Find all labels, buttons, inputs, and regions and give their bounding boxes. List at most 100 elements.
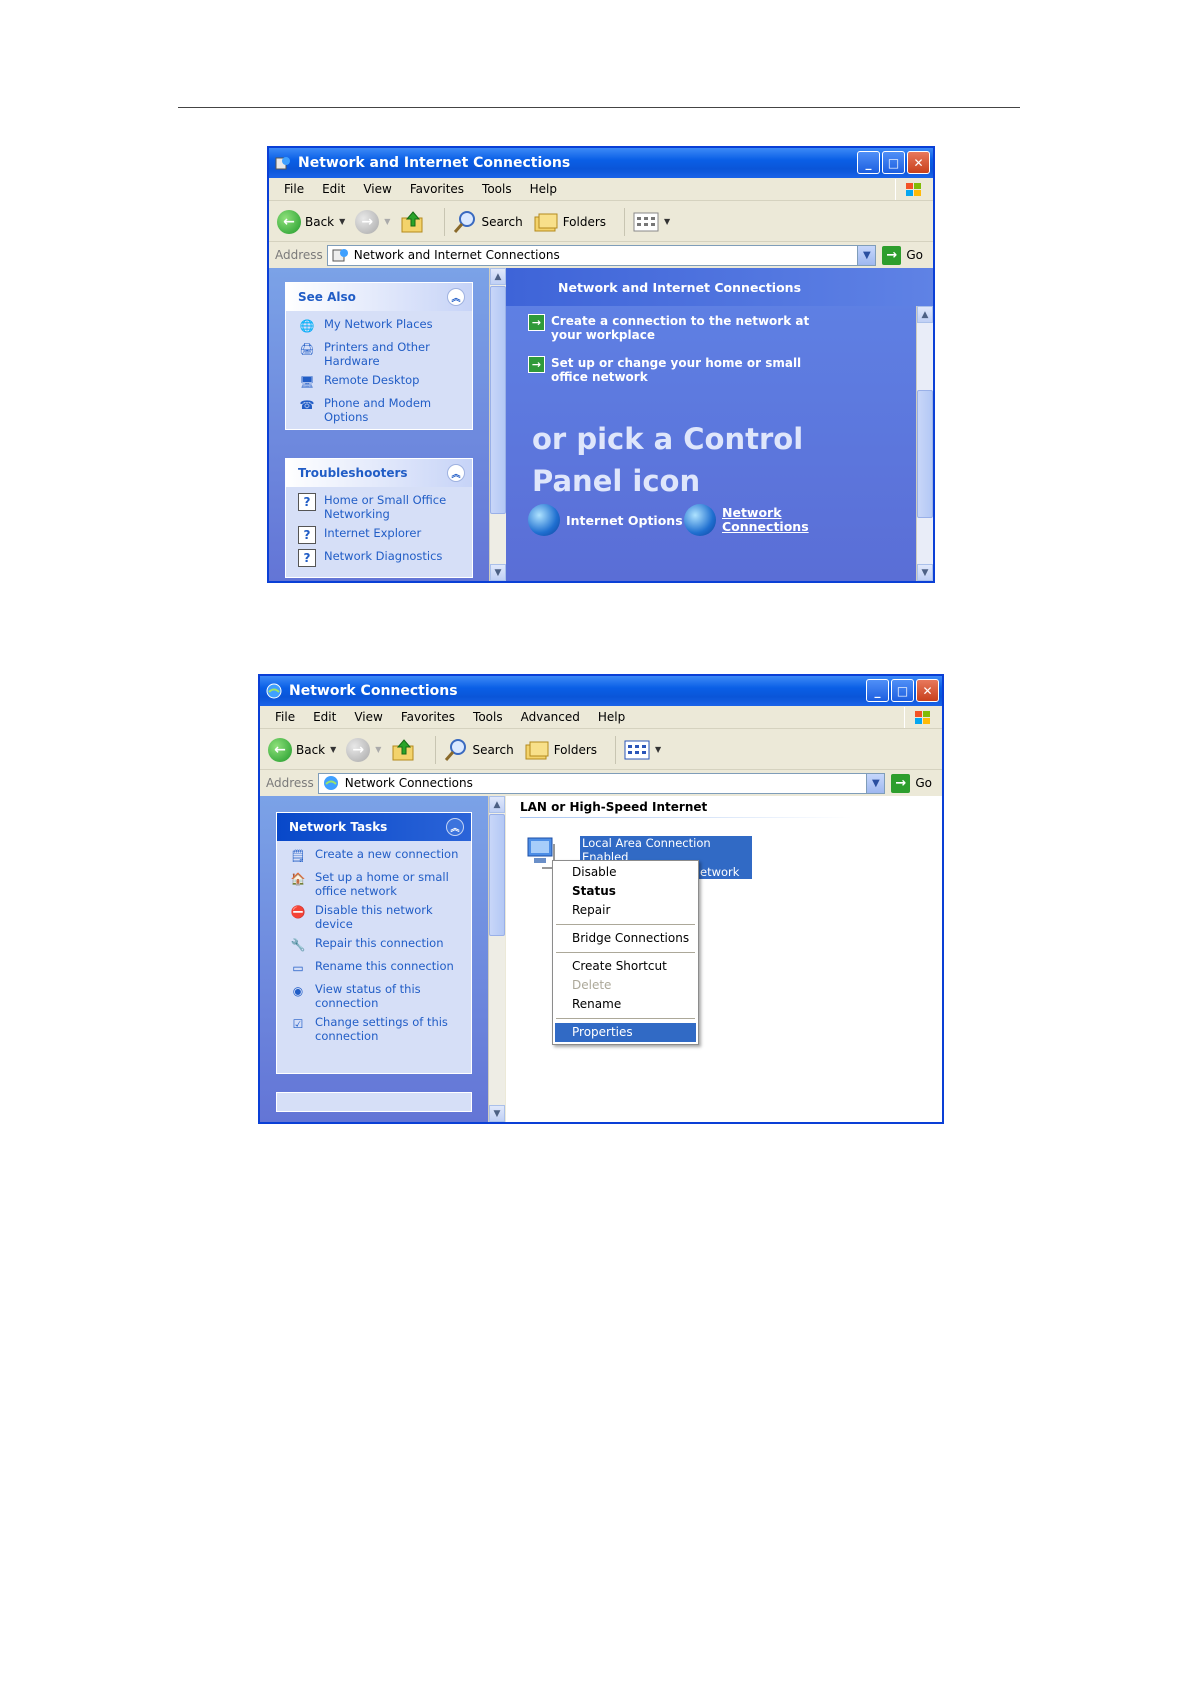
menu-advanced[interactable]: Advanced bbox=[512, 710, 589, 724]
scroll-thumb[interactable] bbox=[917, 390, 933, 518]
maximize-button[interactable]: □ bbox=[882, 151, 905, 174]
go-button[interactable]: → Go bbox=[882, 245, 923, 265]
link-network-diagnostics[interactable]: ? Network Diagnostics bbox=[298, 549, 464, 567]
link-printers-hardware[interactable]: 🖨 Printers and Other Hardware bbox=[298, 340, 464, 368]
minimize-button[interactable]: _ bbox=[857, 151, 880, 174]
context-menu: Disable Status Repair Bridge Connections… bbox=[552, 860, 699, 1045]
close-button[interactable]: ✕ bbox=[907, 151, 930, 174]
link-my-network-places[interactable]: 🌐 My Network Places bbox=[298, 317, 464, 335]
folders-button[interactable]: Folders bbox=[533, 211, 606, 233]
link-phone-modem[interactable]: ☎ Phone and Modem Options bbox=[298, 396, 464, 424]
minimize-button[interactable]: _ bbox=[866, 679, 889, 702]
menu-help[interactable]: Help bbox=[521, 182, 566, 196]
task-setup-home-network[interactable]: → Set up or change your home or small of… bbox=[528, 356, 828, 384]
scroll-up-icon[interactable]: ▲ bbox=[490, 268, 506, 285]
menu-tools[interactable]: Tools bbox=[464, 710, 512, 724]
dropdown-arrow-icon[interactable]: ▼ bbox=[664, 217, 670, 226]
collapse-chevron-icon[interactable]: ︽ bbox=[447, 464, 465, 482]
search-button[interactable]: Search bbox=[453, 210, 523, 234]
up-folder-button[interactable] bbox=[400, 210, 426, 234]
menu-view[interactable]: View bbox=[354, 182, 400, 196]
forward-button[interactable]: → ▼ bbox=[346, 737, 381, 762]
menu-help[interactable]: Help bbox=[589, 710, 634, 724]
collapse-chevron-icon[interactable]: ︽ bbox=[446, 818, 464, 836]
menu-item-disable[interactable]: Disable bbox=[555, 863, 696, 882]
content-scrollbar[interactable]: ▲ ▼ bbox=[916, 306, 933, 581]
dropdown-arrow-icon[interactable]: ▼ bbox=[330, 745, 336, 754]
go-button[interactable]: → Go bbox=[891, 773, 932, 793]
dropdown-arrow-icon[interactable]: ▼ bbox=[384, 217, 390, 226]
task-pane-scrollbar[interactable]: ▲ ▼ bbox=[488, 796, 505, 1122]
dropdown-arrow-icon[interactable]: ▼ bbox=[375, 745, 381, 754]
link-home-office-networking[interactable]: ? Home or Small Office Networking bbox=[298, 493, 464, 521]
task-disable-device[interactable]: ⛔ Disable this network device bbox=[289, 903, 463, 931]
link-remote-desktop[interactable]: 🖥 Remote Desktop bbox=[298, 373, 464, 391]
dropdown-arrow-icon[interactable]: ▼ bbox=[655, 745, 661, 754]
scroll-down-icon[interactable]: ▼ bbox=[917, 564, 933, 581]
menu-item-status[interactable]: Status bbox=[555, 882, 696, 901]
network-tasks-title: Network Tasks bbox=[289, 820, 388, 834]
menu-edit[interactable]: Edit bbox=[313, 182, 354, 196]
views-button[interactable]: ▼ bbox=[624, 739, 661, 761]
task-label: Disable this network device bbox=[315, 903, 433, 931]
scroll-up-icon[interactable]: ▲ bbox=[489, 796, 505, 813]
see-also-header[interactable]: See Also ︽ bbox=[286, 283, 472, 311]
task-pane-scrollbar[interactable]: ▲ ▼ bbox=[489, 268, 506, 581]
menu-edit[interactable]: Edit bbox=[304, 710, 345, 724]
task-setup-home-network[interactable]: 🏠 Set up a home or small office network bbox=[289, 870, 463, 898]
connection-name: Local Area Connection bbox=[582, 836, 711, 850]
task-create-workplace-connection[interactable]: → Create a connection to the network at … bbox=[528, 314, 828, 342]
task-view-status[interactable]: ◉ View status of this connection bbox=[289, 982, 463, 1010]
search-button[interactable]: Search bbox=[444, 738, 514, 762]
back-button[interactable]: ← Back ▼ bbox=[268, 737, 336, 762]
address-dropdown-button[interactable]: ▼ bbox=[866, 773, 885, 793]
help-icon: ? bbox=[298, 526, 316, 544]
close-button[interactable]: ✕ bbox=[916, 679, 939, 702]
views-icon bbox=[624, 740, 650, 759]
task-rename-connection[interactable]: ▭ Rename this connection bbox=[289, 959, 463, 977]
scroll-thumb[interactable] bbox=[490, 286, 506, 514]
menu-item-create-shortcut[interactable]: Create Shortcut bbox=[555, 957, 696, 976]
scroll-thumb[interactable] bbox=[489, 814, 505, 936]
up-folder-button[interactable] bbox=[391, 738, 417, 762]
internet-options-icon-link[interactable]: Internet Options bbox=[528, 504, 683, 536]
task-repair-connection[interactable]: 🔧 Repair this connection bbox=[289, 936, 463, 954]
address-input[interactable]: Network Connections ▼ bbox=[317, 772, 886, 794]
views-button[interactable]: ▼ bbox=[633, 211, 670, 233]
back-button[interactable]: ← Back ▼ bbox=[277, 209, 345, 234]
address-value: Network and Internet Connections bbox=[353, 248, 560, 262]
menu-item-repair[interactable]: Repair bbox=[555, 901, 696, 920]
menu-favorites[interactable]: Favorites bbox=[392, 710, 464, 724]
dropdown-arrow-icon[interactable]: ▼ bbox=[339, 217, 345, 226]
task-change-settings[interactable]: ☑ Change settings of this connection bbox=[289, 1015, 463, 1043]
collapse-chevron-icon[interactable]: ︽ bbox=[447, 288, 465, 306]
window-title: Network Connections bbox=[289, 683, 458, 699]
scroll-down-icon[interactable]: ▼ bbox=[490, 564, 506, 581]
folders-button[interactable]: Folders bbox=[524, 739, 597, 761]
menu-view[interactable]: View bbox=[345, 710, 391, 724]
scroll-down-icon[interactable]: ▼ bbox=[489, 1105, 505, 1122]
task-create-new-connection[interactable]: 🗒 Create a new connection bbox=[289, 847, 463, 865]
menu-item-bridge-connections[interactable]: Bridge Connections bbox=[555, 929, 696, 948]
titlebar[interactable]: Network and Internet Connections _ □ ✕ bbox=[269, 148, 933, 178]
menu-file[interactable]: File bbox=[266, 710, 304, 724]
network-connections-icon-link[interactable]: Network Connections bbox=[684, 504, 809, 536]
network-tasks-header[interactable]: Network Tasks ︽ bbox=[277, 813, 471, 841]
forward-button[interactable]: → ▼ bbox=[355, 209, 390, 234]
address-dropdown-button[interactable]: ▼ bbox=[857, 245, 876, 265]
page-rule bbox=[178, 107, 1020, 108]
maximize-button[interactable]: □ bbox=[891, 679, 914, 702]
link-internet-explorer[interactable]: ? Internet Explorer bbox=[298, 526, 464, 544]
troubleshooters-header[interactable]: Troubleshooters ︽ bbox=[286, 459, 472, 487]
titlebar[interactable]: Network Connections _ □ ✕ bbox=[260, 676, 942, 706]
menu-item-rename[interactable]: Rename bbox=[555, 995, 696, 1014]
menu-tools[interactable]: Tools bbox=[473, 182, 521, 196]
task-label: Set up a home or small office network bbox=[315, 870, 449, 898]
menu-file[interactable]: File bbox=[275, 182, 313, 196]
address-input[interactable]: Network and Internet Connections ▼ bbox=[326, 244, 877, 266]
folders-icon bbox=[534, 213, 558, 231]
scroll-up-icon[interactable]: ▲ bbox=[917, 306, 933, 323]
menu-favorites[interactable]: Favorites bbox=[401, 182, 473, 196]
menu-item-properties[interactable]: Properties bbox=[555, 1023, 696, 1042]
settings-checklist-icon: ☑ bbox=[292, 1017, 304, 1031]
